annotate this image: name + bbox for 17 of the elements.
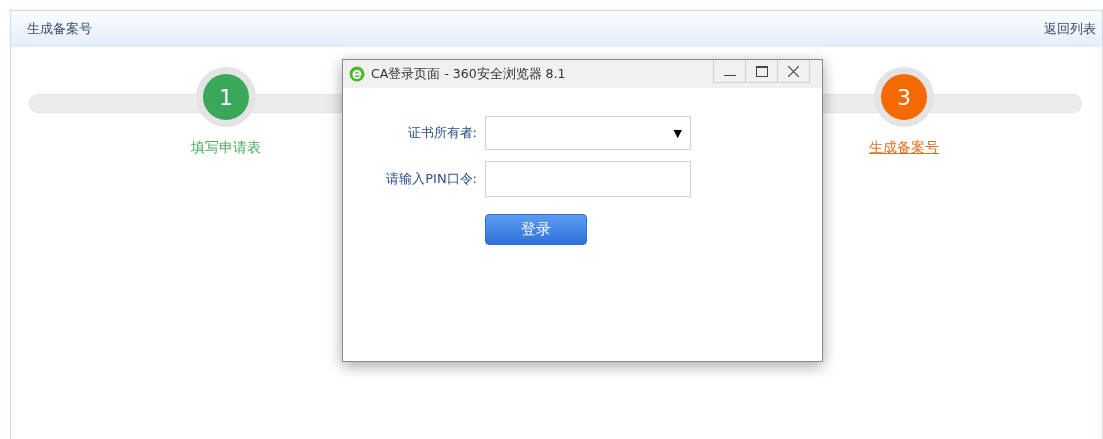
minimize-icon [723,75,736,76]
close-icon [788,65,799,77]
back-link[interactable]: 返回列表 [1044,20,1096,38]
field-label: 请输入PIN口令: [385,170,477,188]
dialog-title: CA登录页面 - 360安全浏览器 8.1 [371,66,567,83]
pin-input-field[interactable] [485,161,691,197]
maximize-icon [755,65,768,77]
certificate-owner-select[interactable]: ▼ [485,116,691,150]
step-circle: 3 [874,67,934,127]
close-button[interactable] [778,60,810,83]
login-button[interactable]: 登录 [485,214,587,245]
browser-logo-icon [349,66,365,82]
step-circle: 1 [196,67,256,127]
page-title: 生成备案号 [27,20,92,38]
maximize-button[interactable] [746,60,778,83]
step-label: 填写申请表 [191,139,261,157]
field-label: 证书所有者: [406,124,477,142]
